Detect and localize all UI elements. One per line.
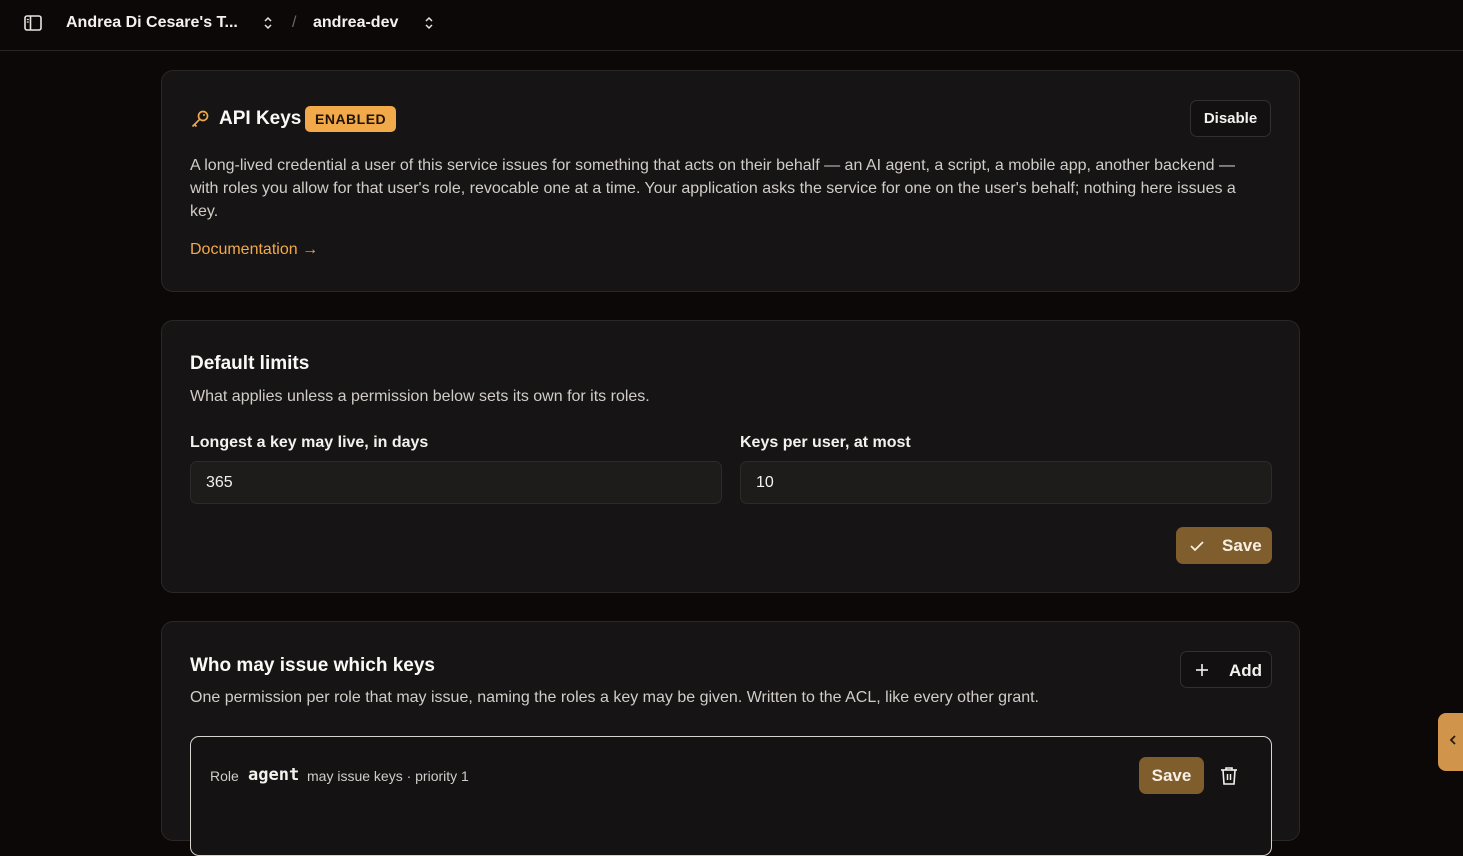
issuers-card: Who may issue which keys One permission … <box>161 621 1300 856</box>
api-keys-card: API Keys ENABLED Disable A long-lived cr… <box>161 70 1300 292</box>
save-limits-label: Save <box>1222 536 1262 555</box>
breadcrumb-separator: / <box>292 14 297 31</box>
api-keys-description: A long-lived credential a user of this s… <box>190 157 1236 220</box>
project-switcher[interactable]: andrea-dev <box>313 14 398 32</box>
trash-icon[interactable] <box>1220 766 1238 786</box>
top-bar: Andrea Di Cesare's T... / andrea-dev <box>0 0 1463 51</box>
permission-row: Role agent may issue keys · priority 1 S… <box>190 736 1272 856</box>
keys-per-user-field[interactable] <box>740 461 1272 504</box>
default-limits-title: Default limits <box>190 353 310 374</box>
disable-button[interactable]: Disable <box>1190 100 1271 137</box>
status-badge: ENABLED <box>305 106 397 132</box>
issuers-description: One permission per role that may issue, … <box>190 689 1039 706</box>
api-keys-title: API Keys <box>219 108 302 129</box>
default-limits-card: Default limits What applies unless a per… <box>161 320 1300 593</box>
team-switcher[interactable]: Andrea Di Cesare's T... <box>66 14 238 32</box>
sidebar-toggle-icon[interactable] <box>24 14 42 32</box>
key-icon <box>190 109 210 129</box>
add-permission-label: Add <box>1229 661 1263 680</box>
side-panel-toggle[interactable] <box>1438 713 1463 771</box>
chevron-up-down-icon[interactable] <box>263 16 273 30</box>
chevron-left-icon <box>1448 733 1458 751</box>
check-icon <box>1189 538 1205 552</box>
add-permission-button[interactable]: Add <box>1180 651 1272 688</box>
save-permission-button[interactable]: Save <box>1139 757 1204 794</box>
max-days-field[interactable] <box>190 461 722 504</box>
chevron-up-down-icon[interactable] <box>424 16 434 30</box>
role-name: agent <box>248 765 300 785</box>
plus-icon <box>1195 663 1209 677</box>
issuers-title: Who may issue which keys <box>190 655 435 676</box>
default-limits-description: What applies unless a permission below s… <box>190 388 650 405</box>
permission-meta: may issue keys · priority 1 <box>307 768 469 784</box>
documentation-link[interactable]: Documentation → <box>190 241 318 259</box>
keys-per-user-label: Keys per user, at most <box>740 434 911 451</box>
save-limits-button[interactable]: Save <box>1176 527 1272 564</box>
max-days-label: Longest a key may live, in days <box>190 434 429 451</box>
role-label: Role <box>210 768 239 784</box>
